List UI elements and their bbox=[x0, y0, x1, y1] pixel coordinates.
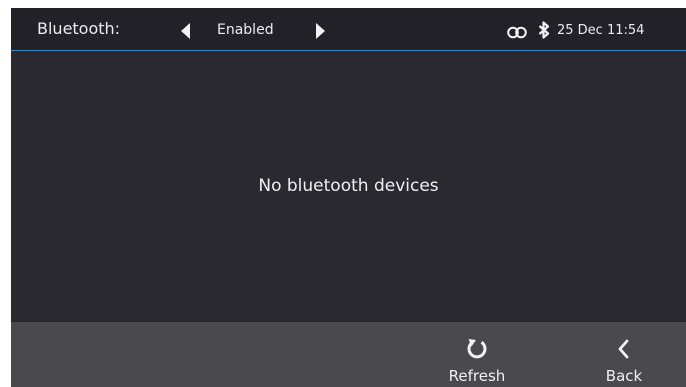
triangle-left-icon bbox=[181, 23, 190, 39]
softkey-bar: Refresh Back bbox=[11, 322, 686, 387]
empty-state-message: No bluetooth devices bbox=[258, 176, 439, 196]
back-label: Back bbox=[605, 367, 643, 385]
status-bar: Bluetooth: Enabled 25 Dec 11:54 bbox=[11, 8, 686, 51]
previous-value-button[interactable] bbox=[179, 22, 193, 40]
next-value-button[interactable] bbox=[313, 22, 327, 40]
refresh-label: Refresh bbox=[448, 367, 506, 385]
voicemail-icon bbox=[507, 24, 527, 39]
device-list-area: No bluetooth devices bbox=[11, 51, 686, 322]
refresh-button[interactable]: Refresh bbox=[433, 322, 521, 387]
triangle-right-icon bbox=[316, 23, 325, 39]
setting-value: Enabled bbox=[217, 22, 274, 38]
status-datetime: 25 Dec 11:54 bbox=[557, 23, 645, 38]
bluetooth-icon bbox=[538, 21, 550, 39]
refresh-icon bbox=[433, 336, 521, 362]
phone-screen: Bluetooth: Enabled 25 Dec 11:54 No bluet… bbox=[11, 8, 686, 387]
back-button[interactable]: Back bbox=[583, 322, 665, 387]
setting-title: Bluetooth: bbox=[37, 19, 121, 38]
chevron-left-icon bbox=[583, 336, 665, 362]
